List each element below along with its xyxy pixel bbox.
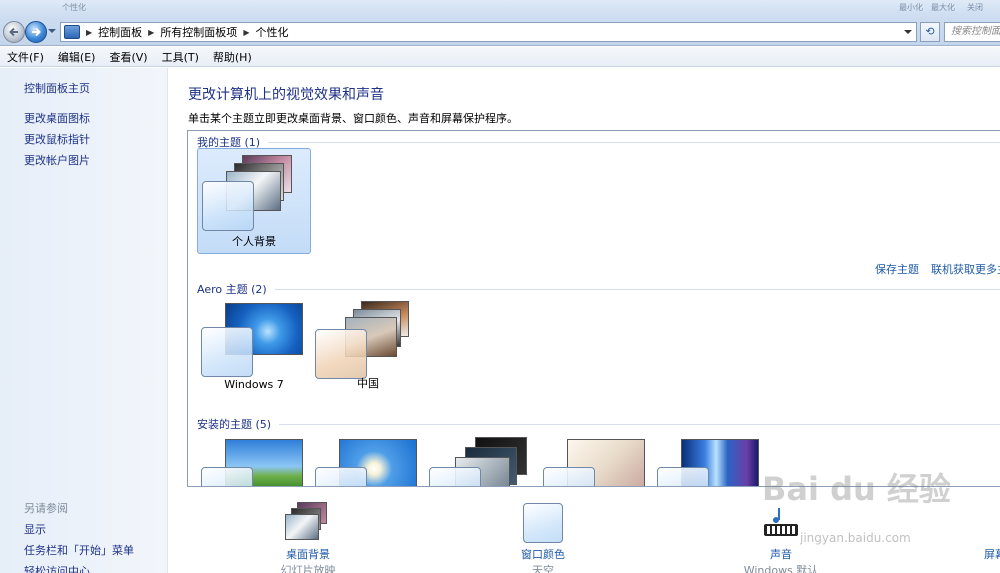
theme-tile-installed-3[interactable] <box>425 431 539 486</box>
theme-tile-windows7[interactable]: Windows 7 <box>197 297 311 403</box>
breadcrumb-personalization[interactable]: 个性化 <box>255 24 288 40</box>
title-bar: 个性化 最小化 最大化 关闭 ▶ 控制面板 ▶ 所有控制面板项 ▶ 个性化 ⟲ … <box>0 0 1000 46</box>
desktop-background-icon <box>263 500 353 546</box>
window-color-swatch <box>543 467 595 486</box>
baidu-watermark-logo: Bai du 经验 <box>762 470 951 508</box>
see-also-heading: 另请参阅 <box>24 502 68 515</box>
theme-name: 中国 <box>357 377 379 390</box>
sounds-label: 声音 <box>770 548 792 561</box>
desktop-background-value: 幻灯片放映 <box>280 564 336 573</box>
themes-list[interactable]: 我的主题 (1) 个人背景 保存主题 联机获取更多主题 Aero 主题 (2) … <box>187 130 1000 487</box>
close-button[interactable]: 关闭 <box>960 1 990 15</box>
window-color-value: 天空 <box>532 564 554 573</box>
breadcrumb-control-panel[interactable]: 控制面板 <box>98 24 142 40</box>
window-color-swatch <box>429 467 481 486</box>
window-controls: 最小化 最大化 关闭 <box>896 1 990 15</box>
menu-bar: 文件(F) 编辑(E) 查看(V) 工具(T) 帮助(H) <box>0 47 1000 67</box>
get-more-themes-link[interactable]: 联机获取更多主题 <box>931 261 1000 277</box>
menu-tools[interactable]: 工具(T) <box>155 49 206 65</box>
window-title: 个性化 <box>62 3 86 12</box>
desktop-background-label: 桌面背景 <box>286 548 330 561</box>
window-color-swatch <box>315 467 367 486</box>
sidebar-display[interactable]: 显示 <box>24 521 46 537</box>
theme-tile-installed-5[interactable] <box>653 431 767 486</box>
breadcrumb-all-items[interactable]: 所有控制面板项 <box>160 24 237 40</box>
page-subtitle: 单击某个主题立即更改桌面背景、窗口颜色、声音和屏幕保护程序。 <box>188 112 518 125</box>
window-color-label: 窗口颜色 <box>521 548 565 561</box>
window-color-icon <box>498 500 588 546</box>
sidebar-change-mouse-pointers[interactable]: 更改鼠标指针 <box>24 131 90 147</box>
refresh-button[interactable]: ⟲ <box>920 22 940 42</box>
window-color-swatch <box>202 181 254 231</box>
breadcrumb-separator-icon[interactable]: ▶ <box>243 28 249 37</box>
menu-view[interactable]: 查看(V) <box>102 49 154 65</box>
breadcrumb: ▶ 控制面板 ▶ 所有控制面板项 ▶ 个性化 <box>80 24 288 40</box>
theme-tile-personal[interactable]: 个人背景 <box>197 148 311 254</box>
group-heading-label: 安装的主题 (5) <box>197 418 272 431</box>
sidebar-change-account-picture[interactable]: 更改帐户图片 <box>24 152 90 168</box>
baidu-watermark-url: jingyan.baidu.com <box>800 531 911 545</box>
theme-tile-installed-4[interactable] <box>539 431 653 486</box>
address-dropdown-icon[interactable] <box>904 30 912 34</box>
refresh-icon: ⟲ <box>925 25 935 38</box>
group-heading-installed: 安装的主题 (5) <box>197 416 1000 432</box>
arrow-left-icon <box>9 27 18 37</box>
arrow-right-icon <box>32 27 41 37</box>
sidebar-control-panel-home[interactable]: 控制面板主页 <box>24 80 90 96</box>
sidebar: 控制面板主页 更改桌面图标 更改鼠标指针 更改帐户图片 另请参阅 显示 任务栏和… <box>0 68 168 573</box>
window-color-swatch <box>201 327 253 377</box>
window-color-swatch <box>315 329 367 379</box>
window-color-swatch <box>657 467 709 486</box>
forward-button[interactable] <box>25 21 47 43</box>
theme-tile-china[interactable]: 中国 <box>311 297 425 403</box>
menu-help[interactable]: 帮助(H) <box>206 49 259 65</box>
window-color-setting[interactable]: 窗口颜色 天空 <box>498 500 588 573</box>
sidebar-ease-of-access[interactable]: 轻松访问中心 <box>24 563 90 573</box>
theme-name: Windows 7 <box>224 378 284 391</box>
breadcrumb-separator-icon[interactable]: ▶ <box>86 28 92 37</box>
page-title: 更改计算机上的视觉效果和声音 <box>188 87 384 103</box>
sounds-value: Windows 默认 <box>743 564 819 573</box>
screen-saver-label: 屏幕保护程序 <box>984 548 1000 561</box>
maximize-button[interactable]: 最大化 <box>928 1 958 15</box>
control-panel-icon <box>64 25 80 39</box>
theme-name: 个人背景 <box>232 235 276 248</box>
group-heading-label: Aero 主题 (2) <box>197 283 267 296</box>
group-heading-aero: Aero 主题 (2) <box>197 281 1000 297</box>
search-input[interactable]: 搜索控制面板 <box>944 22 1000 42</box>
save-theme-link[interactable]: 保存主题 <box>875 261 919 277</box>
menu-file[interactable]: 文件(F) <box>0 49 51 65</box>
theme-tile-installed-1[interactable] <box>197 431 311 486</box>
recent-pages-dropdown-icon[interactable] <box>48 29 56 33</box>
breadcrumb-separator-icon[interactable]: ▶ <box>148 28 154 37</box>
menu-edit[interactable]: 编辑(E) <box>51 49 103 65</box>
screen-saver-setting[interactable]: 屏幕保护程序 <box>984 500 1000 562</box>
sidebar-taskbar-start-menu[interactable]: 任务栏和「开始」菜单 <box>24 542 134 558</box>
sidebar-change-desktop-icons[interactable]: 更改桌面图标 <box>24 110 90 126</box>
window-color-swatch <box>201 467 253 486</box>
group-heading-my-themes: 我的主题 (1) <box>197 134 1000 150</box>
minimize-button[interactable]: 最小化 <box>896 1 926 15</box>
desktop-background-setting[interactable]: 桌面背景 幻灯片放映 <box>263 500 353 573</box>
theme-tile-installed-2[interactable] <box>311 431 425 486</box>
back-button[interactable] <box>3 21 25 43</box>
address-bar[interactable]: ▶ 控制面板 ▶ 所有控制面板项 ▶ 个性化 <box>60 22 917 42</box>
